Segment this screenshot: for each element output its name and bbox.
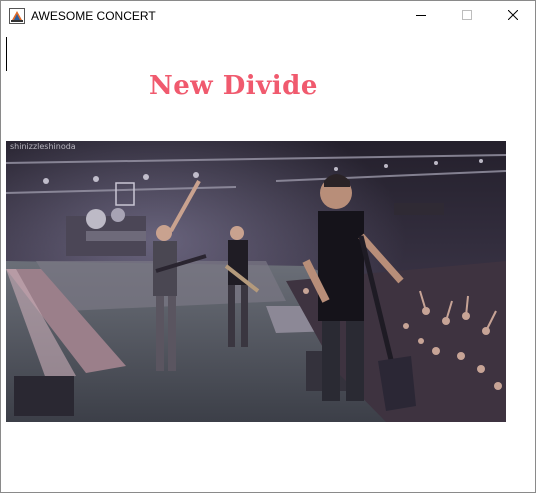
java-app-icon — [9, 8, 25, 24]
song-title: New Divide — [149, 71, 318, 101]
maximize-button[interactable] — [444, 1, 490, 31]
title-bar[interactable]: AWESOME CONCERT — [1, 1, 535, 31]
close-icon — [507, 7, 519, 25]
maximize-icon — [462, 7, 472, 25]
image-watermark: shinizzleshinoda — [10, 142, 76, 151]
application-window: AWESOME CONCERT New Divide shinizzleshin… — [0, 0, 536, 493]
minimize-icon — [416, 7, 426, 25]
window-title: AWESOME CONCERT — [31, 9, 156, 23]
text-caret — [6, 37, 7, 71]
close-button[interactable] — [490, 1, 535, 31]
minimize-button[interactable] — [398, 1, 444, 31]
concert-image: shinizzleshinoda — [6, 141, 506, 422]
content-panel: New Divide shinizzleshinoda — [1, 31, 535, 492]
